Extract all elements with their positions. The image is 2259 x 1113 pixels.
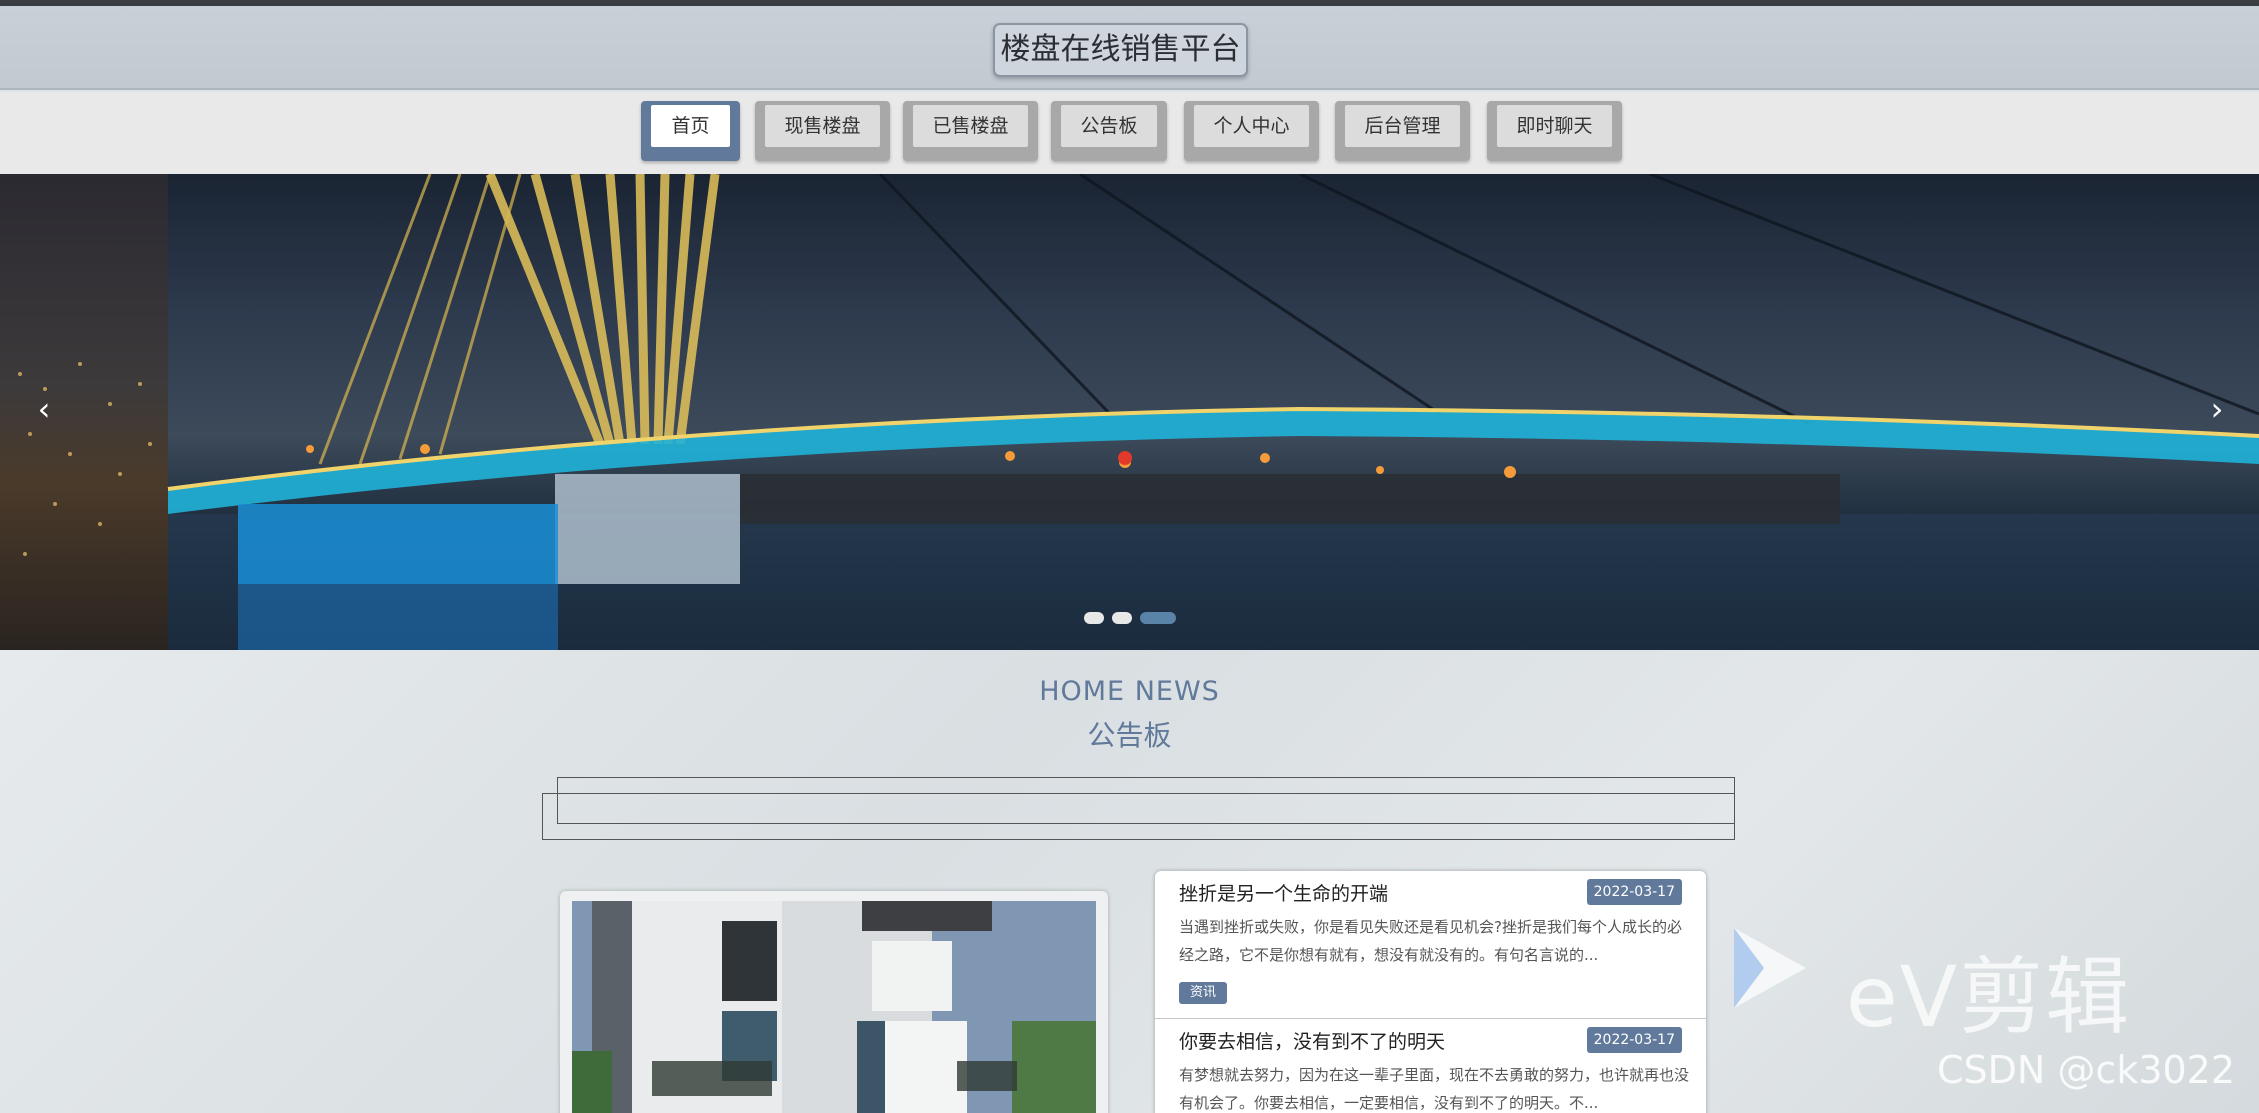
site-header: 楼盘在线销售平台 [0,6,2259,90]
nav-item-on-sale[interactable]: 现售楼盘 [755,101,890,161]
decorative-frame [542,793,1735,840]
nav-item-label: 已售楼盘 [913,105,1028,147]
nav-item-label: 公告板 [1061,105,1157,147]
carousel-dot[interactable] [1112,612,1132,624]
news-item[interactable]: 你要去相信，没有到不了的明天 2022-03-17 有梦想就去努力，因为在这一辈… [1155,1019,1706,1113]
nav-item-label: 个人中心 [1194,105,1309,147]
news-title[interactable]: 你要去相信，没有到不了的明天 [1179,1027,1445,1054]
editor-watermark: eV剪辑 [1846,948,2132,1046]
carousel-dot[interactable] [1084,612,1104,624]
house-photo [572,901,1096,1113]
csdn-watermark: CSDN @ck3022 [1937,1048,2236,1092]
nav-item-admin[interactable]: 后台管理 [1335,101,1470,161]
main-nav: 首页 现售楼盘 已售楼盘 公告板 个人中心 后台管理 即时聊天 [0,92,2259,174]
carousel-prev-button[interactable]: ‹ [24,389,64,429]
news-item[interactable]: 挫折是另一个生命的开端 2022-03-17 当遇到挫折或失败，你是看见失败还是… [1155,871,1706,1019]
nav-item-chat[interactable]: 即时聊天 [1487,101,1622,161]
nav-item-sold[interactable]: 已售楼盘 [903,101,1038,161]
nav-item-bulletin[interactable]: 公告板 [1051,101,1167,161]
nav-item-profile[interactable]: 个人中心 [1184,101,1319,161]
news-category-tag[interactable]: 资讯 [1179,982,1228,1004]
nav-item-home[interactable]: 首页 [641,101,740,161]
news-list: 挫折是另一个生命的开端 2022-03-17 当遇到挫折或失败，你是看见失败还是… [1155,871,1706,1113]
news-description: 当遇到挫折或失败，你是看见失败还是看见机会?挫折是我们每个人成长的必经之路，它不… [1179,918,1682,964]
site-title: 楼盘在线销售平台 [993,23,1248,77]
news-title[interactable]: 挫折是另一个生命的开端 [1179,879,1388,906]
news-description: 有梦想就去努力，因为在这一辈子里面，现在不去勇敢的努力，也许就再也没有机会了。你… [1179,1066,1690,1112]
banner-image [18,174,2259,650]
section-title-cn: 公告板 [1087,719,1172,752]
nav-item-label: 首页 [651,105,730,147]
section-title-en: HOME NEWS [1039,676,1220,707]
news-photo-card[interactable] [560,891,1108,1113]
nav-item-label: 后台管理 [1345,105,1460,147]
carousel-next-button[interactable]: › [2197,389,2237,429]
nav-item-label: 现售楼盘 [765,105,880,147]
nav-item-label: 即时聊天 [1497,105,1612,147]
news-date-badge: 2022-03-17 [1586,1027,1682,1053]
banner-carousel: ‹ › [0,174,2259,650]
carousel-dot-active[interactable] [1140,612,1176,624]
news-date-badge: 2022-03-17 [1586,879,1682,905]
ev-logo-icon [1734,928,1806,1008]
